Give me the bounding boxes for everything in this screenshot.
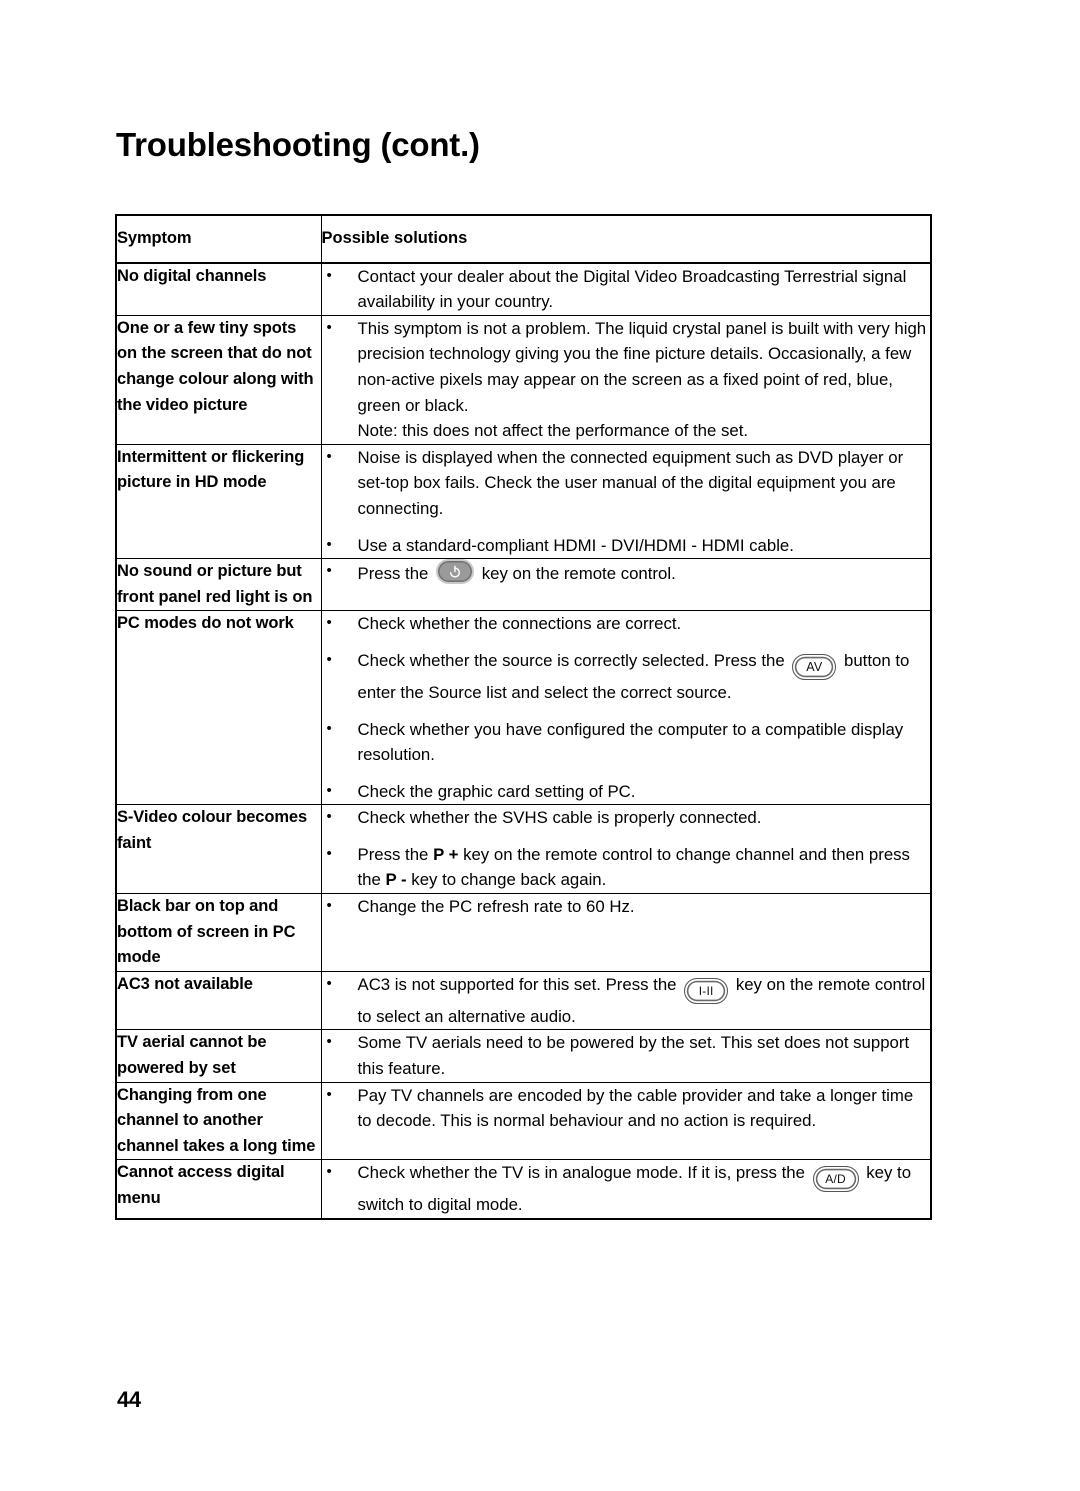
solution-cell: AC3 is not supported for this set. Press… (320, 970, 932, 1031)
troubleshooting-table: Symptom Possible solutions No digital ch… (115, 214, 932, 1220)
solution-cell: Pay TV channels are encoded by the cable… (320, 1082, 932, 1161)
list-item: Pay TV channels are encoded by the cable… (322, 1082, 931, 1134)
p-plus-key-label: P + (433, 844, 459, 864)
bullet-text: Pay TV channels are encoded by the cable… (357, 1085, 914, 1131)
bullet-text: Contact your dealer about the Digital Vi… (357, 266, 907, 312)
bullet-text: Check whether the connections are correc… (357, 614, 682, 634)
bullet-text: Some TV aerials need to be powered by th… (357, 1033, 910, 1079)
solution-bullet-list: Check whether the SVHS cable is properly… (322, 804, 931, 893)
list-item: Change the PC refresh rate to 60 Hz. (322, 893, 931, 920)
page-title: Troubleshooting (cont.) (116, 126, 480, 164)
solution-bullet-list: AC3 is not supported for this set. Press… (322, 971, 931, 1030)
table-header-row: Symptom Possible solutions (115, 214, 932, 264)
table-row: Cannot access digital menu Check whether… (115, 1159, 932, 1220)
bullet-text: Check whether you have configured the co… (357, 719, 904, 765)
bullet-text-before: Press the (357, 564, 434, 584)
table-row: AC3 not available AC3 is not supported f… (115, 970, 932, 1031)
list-item: Check whether the SVHS cable is properly… (322, 804, 931, 831)
symptom-cell: No digital channels (115, 262, 322, 316)
bullet-text-after: key on the remote control. (477, 564, 676, 584)
solution-cell: Change the PC refresh rate to 60 Hz. (320, 893, 932, 972)
symptom-cell: PC modes do not work (115, 610, 322, 806)
power-key-icon (436, 559, 475, 585)
audio-mode-key-icon: I-II (684, 977, 729, 1004)
list-item: Use a standard-compliant HDMI - DVI/HDMI… (322, 532, 931, 559)
solution-bullet-list: Pay TV channels are encoded by the cable… (322, 1082, 931, 1134)
solution-cell: Some TV aerials need to be powered by th… (320, 1029, 932, 1083)
p-minus-key-label: P - (385, 870, 407, 890)
column-header-solutions: Possible solutions (320, 214, 932, 264)
bullet-text-before: AC3 is not supported for this set. Press… (357, 974, 682, 994)
list-item: This symptom is not a problem. The liqui… (322, 315, 931, 444)
solution-cell: Contact your dealer about the Digital Vi… (320, 262, 932, 316)
bullet-text-before: Check whether the source is correctly se… (357, 650, 790, 670)
solution-bullet-list: Press the key on the remote control. (322, 558, 931, 587)
bullet-text: Use a standard-compliant HDMI - DVI/HDMI… (357, 535, 794, 555)
bullet-note: Note: this does not affect the performan… (357, 421, 749, 441)
table-row: Changing from one channel to another cha… (115, 1081, 932, 1161)
page-number: 44 (117, 1387, 141, 1412)
list-item: Press the key on the remote control. (322, 558, 931, 587)
solution-cell: This symptom is not a problem. The liqui… (320, 314, 932, 445)
solution-bullet-list: Noise is displayed when the connected eq… (322, 444, 931, 559)
bullet-text: Check the graphic card setting of PC. (357, 781, 636, 801)
list-item: AC3 is not supported for this set. Press… (322, 971, 931, 1030)
bullet-text-before: Press the (357, 844, 434, 864)
table-row: No sound or picture but front panel red … (115, 558, 932, 612)
table-row: One or a few tiny spots on the screen th… (115, 314, 932, 445)
bullet-text: Check whether the SVHS cable is properly… (357, 808, 762, 828)
list-item: Check whether the source is correctly se… (322, 647, 931, 706)
table-row: PC modes do not work Check whether the c… (115, 610, 932, 806)
solution-cell: Check whether the TV is in analogue mode… (320, 1159, 932, 1220)
solution-cell: Check whether the SVHS cable is properly… (320, 804, 932, 895)
symptom-cell: One or a few tiny spots on the screen th… (115, 314, 322, 445)
symptom-cell: S-Video colour becomes faint (115, 804, 322, 895)
bullet-text-before: Check whether the TV is in analogue mode… (357, 1163, 810, 1183)
list-item: Some TV aerials need to be powered by th… (322, 1029, 931, 1081)
list-item: Noise is displayed when the connected eq… (322, 444, 931, 522)
symptom-cell: AC3 not available (115, 970, 322, 1031)
list-item: Check whether you have configured the co… (322, 715, 931, 768)
table-row: Intermittent or flickering picture in HD… (115, 443, 932, 560)
bullet-text: Noise is displayed when the connected eq… (357, 447, 904, 518)
solution-bullet-list: Check whether the connections are correc… (322, 610, 931, 805)
bullet-text: Change the PC refresh rate to 60 Hz. (357, 897, 635, 917)
document-page: Troubleshooting (cont.) Symptom Possible… (0, 0, 1080, 1491)
table-row: Black bar on top and bottom of screen in… (115, 893, 932, 972)
table-row: No digital channels Contact your dealer … (115, 262, 932, 316)
solution-bullet-list: Change the PC refresh rate to 60 Hz. (322, 893, 931, 920)
symptom-cell: Black bar on top and bottom of screen in… (115, 893, 322, 972)
table-row: TV aerial cannot be powered by set Some … (115, 1029, 932, 1083)
column-header-symptom: Symptom (115, 214, 322, 264)
symptom-cell: TV aerial cannot be powered by set (115, 1029, 322, 1083)
solution-bullet-list: Check whether the TV is in analogue mode… (322, 1159, 931, 1218)
solution-bullet-list: Some TV aerials need to be powered by th… (322, 1029, 931, 1081)
symptom-cell: Cannot access digital menu (115, 1159, 322, 1220)
list-item: Press the P + key on the remote control … (322, 841, 931, 893)
solution-bullet-list: Contact your dealer about the Digital Vi… (322, 263, 931, 315)
solution-cell: Noise is displayed when the connected eq… (320, 443, 932, 560)
bullet-text: This symptom is not a problem. The liqui… (357, 318, 927, 415)
list-item: Contact your dealer about the Digital Vi… (322, 263, 931, 315)
symptom-cell: Intermittent or flickering picture in HD… (115, 443, 322, 560)
troubleshooting-table-wrapper: Symptom Possible solutions No digital ch… (115, 214, 932, 1220)
symptom-cell: Changing from one channel to another cha… (115, 1081, 322, 1161)
solution-cell: Check whether the connections are correc… (320, 610, 932, 806)
symptom-cell: No sound or picture but front panel red … (115, 558, 322, 612)
av-key-icon: AV (792, 653, 837, 680)
solution-bullet-list: This symptom is not a problem. The liqui… (322, 315, 931, 444)
bullet-text-after: key to change back again. (406, 870, 607, 890)
analogue-digital-key-icon: A/D (812, 1166, 859, 1193)
list-item: Check whether the connections are correc… (322, 610, 931, 637)
table-row: S-Video colour becomes faint Check wheth… (115, 804, 932, 895)
solution-cell: Press the key on the remote control. (320, 558, 932, 612)
list-item: Check the graphic card setting of PC. (322, 778, 931, 805)
list-item: Check whether the TV is in analogue mode… (322, 1159, 931, 1218)
